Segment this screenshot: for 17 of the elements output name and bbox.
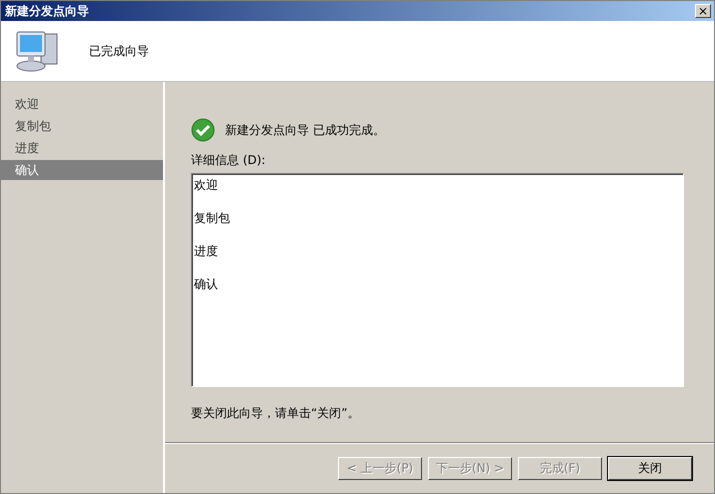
details-label: 详细信息 (D): <box>191 152 266 169</box>
details-line: 进度 <box>194 243 219 260</box>
sidebar-item[interactable]: 进度 <box>1 138 163 158</box>
details-line: 复制包 <box>194 210 231 227</box>
close-button[interactable]: × <box>695 4 711 18</box>
sidebar-item[interactable]: 欢迎 <box>1 94 163 114</box>
details-line: 确认 <box>194 276 219 293</box>
sidebar-item[interactable]: 确认 <box>1 160 163 180</box>
window-title: 新建分发点向导 <box>5 2 89 20</box>
wizard-button[interactable]: 关闭 <box>608 456 692 480</box>
details-line: 欢迎 <box>194 177 219 194</box>
hint-text: 要关闭此向导，请单击“关闭”。 <box>191 405 360 422</box>
success-check-icon <box>191 118 215 142</box>
details-field[interactable]: 欢迎 复制包 进度 确认 <box>191 173 684 387</box>
status-message: 新建分发点向导 已成功完成。 <box>225 122 385 138</box>
sidebar-item[interactable]: 复制包 <box>1 116 163 136</box>
header-title: 已完成向导 <box>89 42 149 60</box>
